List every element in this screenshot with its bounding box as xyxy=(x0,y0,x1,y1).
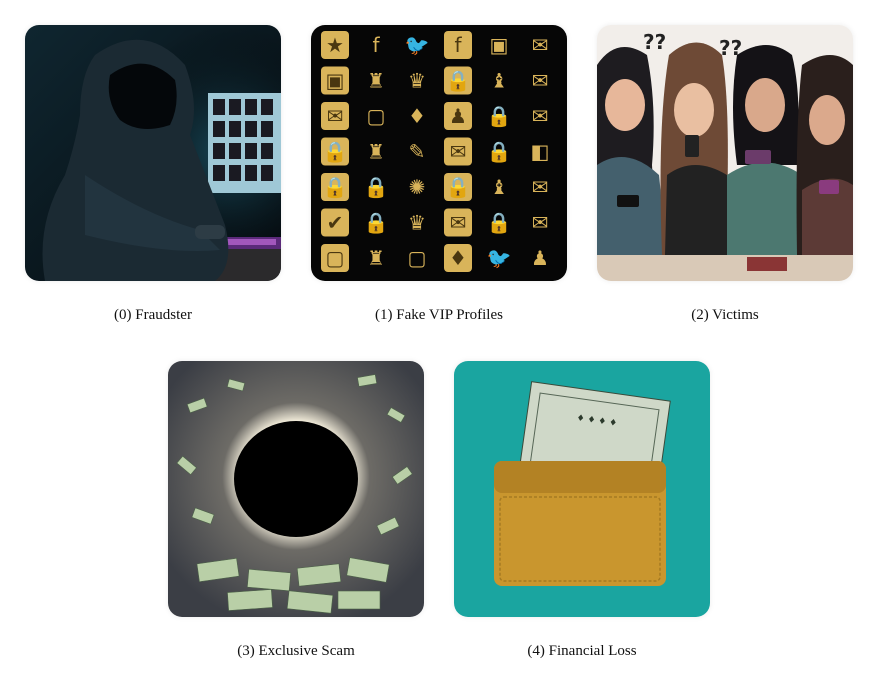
gold-icon: 🔒 xyxy=(487,104,512,128)
gold-icon: 🐦 xyxy=(487,246,512,270)
gold-icon: ▢ xyxy=(408,246,427,270)
exclusive-scam-image xyxy=(168,361,424,617)
panel-exclusive-scam xyxy=(168,361,424,617)
svg-text:??: ?? xyxy=(643,30,666,54)
panel-victims: ?? ?? xyxy=(597,25,853,281)
fake-vip-profiles-image: ★ f 🐦 f ▣ ✉ ▣ ♜ ♛ 🔒 ♝ ✉ ✉ ▢ ♦ ♟ 🔒 ✉ 🔒 ♜ ✎ ✉ 🔒 ◧ 🔒 🔒 ✺ 🔒 ♝ ✉ ✔ 🔒 ♛ ✉ 🔒 ✉ ▢ ♜ ▢ ♦… xyxy=(311,25,567,281)
fraudster-image xyxy=(25,25,281,281)
gold-icon: f xyxy=(372,33,380,57)
gold-icon: ♦ xyxy=(408,104,426,128)
gold-icon: 🔒 xyxy=(323,175,348,199)
gold-icon: ♝ xyxy=(490,175,508,199)
caption-victims: (2) Victims xyxy=(691,307,759,323)
victims-image: ?? ?? xyxy=(597,25,853,281)
caption-exclusive-scam: (3) Exclusive Scam xyxy=(237,643,355,659)
gold-icon: ♦ xyxy=(449,246,467,270)
caption-fraudster: (0) Fraudster xyxy=(114,307,192,323)
gold-icon: ★ xyxy=(326,33,344,57)
gold-icon: 🔒 xyxy=(446,175,471,199)
gold-icon: ▣ xyxy=(490,33,509,57)
caption-fake-vip-profiles: (1) Fake VIP Profiles xyxy=(375,307,503,323)
gold-icon: 🔒 xyxy=(364,211,389,235)
financial-loss-image: ♦ ♦ ♦ ♦ xyxy=(454,361,710,617)
gold-icon: ✎ xyxy=(409,140,426,164)
panel-fraudster xyxy=(25,25,281,281)
gold-icon: ✉ xyxy=(327,104,344,128)
gold-icon: ♛ xyxy=(408,211,426,235)
gold-icon: ✉ xyxy=(450,140,467,164)
gold-icon: ✉ xyxy=(532,211,549,235)
gold-icon: ♜ xyxy=(367,140,385,164)
gold-icon: ▢ xyxy=(326,246,345,270)
gold-icon: ◧ xyxy=(531,140,550,164)
gold-icon: ▣ xyxy=(326,69,345,93)
gold-icon: ▢ xyxy=(367,104,386,128)
gold-icon: ♟ xyxy=(531,246,549,270)
gold-icon: ♟ xyxy=(449,104,467,128)
gold-icon: ✉ xyxy=(532,33,549,57)
gold-icon: ✔ xyxy=(327,211,344,235)
gold-icon: 🔒 xyxy=(487,211,512,235)
panel-fake-vip-profiles: ★ f 🐦 f ▣ ✉ ▣ ♜ ♛ 🔒 ♝ ✉ ✉ ▢ ♦ ♟ 🔒 ✉ 🔒 ♜ ✎ ✉ 🔒 ◧ 🔒 🔒 ✺ 🔒 ♝ ✉ ✔ 🔒 ♛ ✉ 🔒 ✉ ▢ ♜ ▢ ♦… xyxy=(311,25,567,281)
gold-icon: ✉ xyxy=(532,175,549,199)
gold-icon: 🔒 xyxy=(323,140,348,164)
gold-icon: ♝ xyxy=(490,69,508,93)
gold-icon: ♜ xyxy=(367,69,385,93)
gold-icon: f xyxy=(454,33,462,57)
gold-icon: 🔒 xyxy=(364,175,389,199)
gold-icon: ♛ xyxy=(408,69,426,93)
gold-icon: ✺ xyxy=(409,175,426,199)
gold-icon: ♜ xyxy=(367,246,385,270)
gold-icon: 🐦 xyxy=(405,33,430,57)
gold-icon: ✉ xyxy=(450,211,467,235)
gold-icon: ✉ xyxy=(532,104,549,128)
panel-financial-loss: ♦ ♦ ♦ ♦ xyxy=(454,361,710,617)
gold-icon: ✉ xyxy=(532,69,549,93)
gold-icon: 🔒 xyxy=(487,140,512,164)
gold-icon: 🔒 xyxy=(446,69,471,93)
caption-financial-loss: (4) Financial Loss xyxy=(527,643,637,659)
